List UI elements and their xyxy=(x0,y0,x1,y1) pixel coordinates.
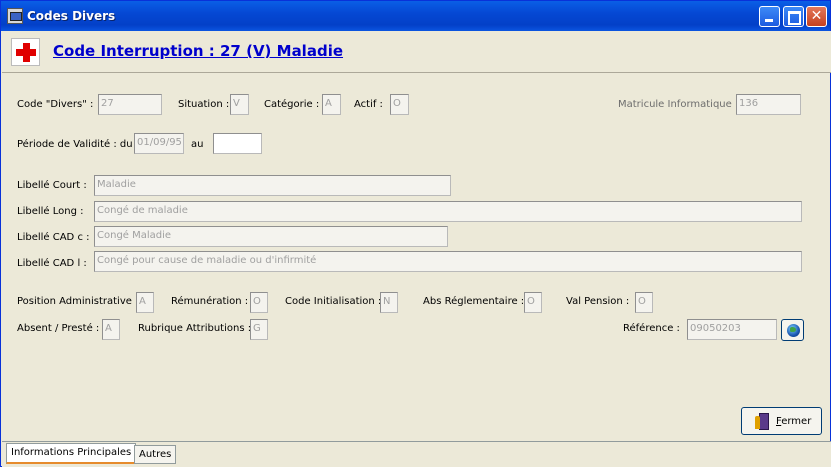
categorie-label: Catégorie : xyxy=(264,99,320,110)
actif-label: Actif : xyxy=(354,99,383,110)
absent-preste-field[interactable]: A xyxy=(102,319,120,340)
libelle-court-field[interactable]: Maladie xyxy=(94,175,451,196)
app-window-icon xyxy=(7,8,23,24)
val-pension-label: Val Pension : xyxy=(566,296,630,307)
libelle-long-label: Libellé Long : xyxy=(17,206,84,217)
periode-to-field[interactable] xyxy=(213,133,262,154)
red-cross-icon xyxy=(11,38,40,66)
matricule-field[interactable]: 136 xyxy=(736,94,801,115)
minimize-button[interactable] xyxy=(759,6,780,27)
val-pension-field[interactable]: O xyxy=(635,292,653,313)
fermer-button[interactable]: Fermer xyxy=(741,407,822,435)
globe-icon xyxy=(787,324,800,337)
tab-strip: Informations Principales Autres xyxy=(2,441,831,467)
code-init-label: Code Initialisation : xyxy=(285,296,382,307)
position-admin-field[interactable]: A xyxy=(136,292,154,313)
remuneration-label: Rémunération : xyxy=(171,296,249,307)
tab-autres[interactable]: Autres xyxy=(134,445,177,464)
situation-label: Situation : xyxy=(178,99,230,110)
periode-from-field[interactable]: 01/09/95 xyxy=(134,133,184,154)
libelle-court-label: Libellé Court : xyxy=(17,180,87,191)
tab-informations-principales[interactable]: Informations Principales xyxy=(6,443,137,464)
reference-lookup-button[interactable] xyxy=(781,319,804,341)
libelle-cad-l-label: Libellé CAD l : xyxy=(17,258,87,269)
situation-field[interactable]: V xyxy=(230,94,249,115)
code-divers-field[interactable]: 27 xyxy=(98,94,162,115)
code-init-field[interactable]: N xyxy=(380,292,398,313)
reference-field[interactable]: 09050203 xyxy=(687,319,777,340)
matricule-label: Matricule Informatique : xyxy=(618,99,739,110)
codes-divers-window: Codes Divers ✕ Code Interruption : 27 (V… xyxy=(0,0,831,467)
abs-reglementaire-field[interactable]: O xyxy=(524,292,542,313)
periode-label: Période de Validité : du xyxy=(17,139,133,150)
position-admin-label: Position Administrative : xyxy=(17,296,139,307)
page-title[interactable]: Code Interruption : 27 (V) Maladie xyxy=(53,42,343,60)
reference-label: Référence : xyxy=(623,323,680,334)
title-bar[interactable]: Codes Divers ✕ xyxy=(1,1,830,31)
libelle-cad-l-field[interactable]: Congé pour cause de maladie ou d'infirmi… xyxy=(94,251,802,272)
libelle-cad-c-field[interactable]: Congé Maladie xyxy=(94,226,448,247)
window-title: Codes Divers xyxy=(27,9,116,23)
rubrique-attributions-label: Rubrique Attributions : xyxy=(138,323,252,334)
categorie-field[interactable]: A xyxy=(322,94,341,115)
fermer-label: Fermer xyxy=(776,416,812,427)
code-divers-label: Code "Divers" : xyxy=(17,99,94,110)
libelle-cad-c-label: Libellé CAD c : xyxy=(17,232,90,243)
abs-reglementaire-label: Abs Réglementaire : xyxy=(423,296,525,307)
maximize-button[interactable] xyxy=(783,6,804,27)
libelle-long-field[interactable]: Congé de maladie xyxy=(94,201,802,222)
close-button[interactable]: ✕ xyxy=(806,6,827,27)
record-header: Code Interruption : 27 (V) Maladie xyxy=(2,31,831,73)
actif-field[interactable]: O xyxy=(390,94,409,115)
absent-preste-label: Absent / Presté : xyxy=(17,323,100,334)
exit-door-icon xyxy=(755,413,769,430)
remuneration-field[interactable]: O xyxy=(250,292,268,313)
periode-to-label: au xyxy=(191,139,204,150)
rubrique-attributions-field[interactable]: G xyxy=(250,319,268,340)
